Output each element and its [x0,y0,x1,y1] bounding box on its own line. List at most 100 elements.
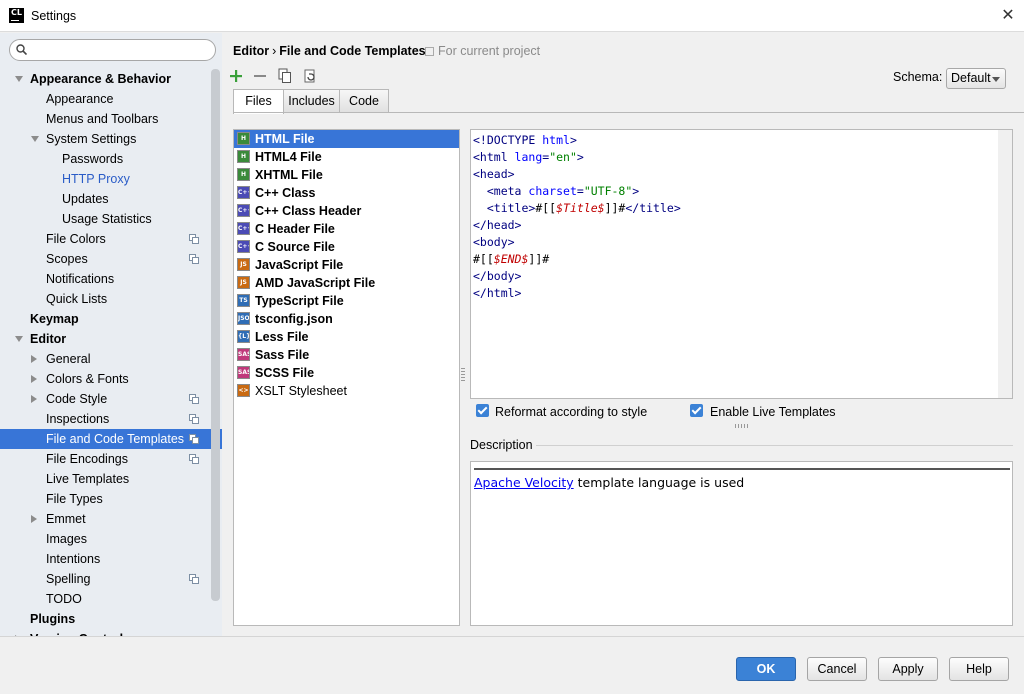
add-icon[interactable] [228,68,244,84]
sidebar-item-label: Menus and Toolbars [46,112,159,126]
tab-code[interactable]: Code [339,89,389,113]
live-templates-checkbox[interactable] [690,404,703,417]
sidebar-item-code-style[interactable]: Code Style [0,389,222,409]
sidebar-item-version-control[interactable]: Version Control [0,629,222,636]
tab-includes[interactable]: Includes [283,89,340,113]
sidebar-item-emmet[interactable]: Emmet [0,509,222,529]
sidebar-item-file-types[interactable]: File Types [0,489,222,509]
sidebar-scrollbar[interactable] [211,69,220,601]
c-file-icon: C++ [237,222,250,235]
list-item[interactable]: C++ C Source File [234,238,459,256]
list-item[interactable]: JS JavaScript File [234,256,459,274]
splitter-handle[interactable] [461,368,465,382]
search-input[interactable] [9,39,216,61]
sidebar-item-editor[interactable]: Editor [0,329,222,349]
list-item[interactable]: JS AMD JavaScript File [234,274,459,292]
sidebar-item-quick-lists[interactable]: Quick Lists [0,289,222,309]
collapse-arrow-icon[interactable] [31,355,37,363]
code-token: $END$ [493,252,529,266]
template-editor[interactable]: <!DOCTYPE html> <html lang="en"> <head> <m… [470,129,1013,399]
code-token: <head> [473,167,515,181]
schema-dropdown[interactable]: Default [946,68,1006,89]
expand-arrow-icon[interactable] [15,76,23,82]
sidebar-item-system-settings[interactable]: System Settings [0,129,222,149]
template-list[interactable]: HHTML FileHHTML4 FileHXHTML FileC++C++ C… [233,129,460,626]
code-line: <html lang="en"> [473,149,681,166]
code-token: = [576,184,584,198]
tab-files[interactable]: Files [233,89,284,114]
sidebar-item-plugins[interactable]: Plugins [0,609,222,629]
list-item[interactable]: C++ C Header File [234,220,459,238]
cpp-file-icon: C++ [237,186,250,199]
sidebar-item-spelling[interactable]: Spelling [0,569,222,589]
reformat-label[interactable]: Reformat according to style [495,405,647,419]
list-item[interactable]: JSON tsconfig.json [234,310,459,328]
sidebar-item-label: Editor [30,332,67,346]
description-body: template language is used [573,475,745,490]
sidebar-item-scopes[interactable]: Scopes [0,249,222,269]
copy-icon[interactable] [277,68,293,84]
live-templates-label[interactable]: Enable Live Templates [710,405,836,419]
ts-file-icon: TS [237,294,250,307]
sidebar-item-label: General [46,352,91,366]
sidebar-item-notifications[interactable]: Notifications [0,269,222,289]
expand-arrow-icon[interactable] [15,336,23,342]
list-item[interactable]: H HTML4 File [234,148,459,166]
apache-velocity-link[interactable]: Apache Velocity [474,475,574,490]
less-file-icon: {L} [237,330,250,343]
collapse-arrow-icon[interactable] [31,375,37,383]
list-item[interactable]: <> XSLT Stylesheet [234,382,459,400]
vertical-splitter-handle[interactable] [735,424,749,428]
template-name: Less File [255,330,309,344]
sidebar-item-intentions[interactable]: Intentions [0,549,222,569]
cancel-button[interactable]: Cancel [807,657,867,681]
template-name: JavaScript File [255,258,344,272]
expand-arrow-icon[interactable] [31,136,39,142]
sidebar-item-appearance-behavior[interactable]: Appearance & Behavior [0,69,222,89]
apply-button[interactable]: Apply [878,657,938,681]
remove-icon[interactable] [252,68,268,84]
reset-icon[interactable] [302,68,318,84]
close-icon[interactable]: ✕ [997,6,1019,26]
sidebar-item-todo[interactable]: TODO [0,589,222,609]
js-file-icon: JS [237,276,250,289]
sidebar-item-updates[interactable]: Updates [0,189,222,209]
collapse-arrow-icon[interactable] [31,395,37,403]
list-item[interactable]: TS TypeScript File [234,292,459,310]
sidebar-item-images[interactable]: Images [0,529,222,549]
sidebar-item-passwords[interactable]: Passwords [0,149,222,169]
list-item[interactable]: C++ C++ Class [234,184,459,202]
list-item[interactable]: SASS Sass File [234,346,459,364]
ok-button[interactable]: OK [736,657,796,681]
sidebar-item-file-encodings[interactable]: File Encodings [0,449,222,469]
sidebar-item-usage-statistics[interactable]: Usage Statistics [0,209,222,229]
schema-label: Schema: [893,70,943,84]
sidebar-item-appearance[interactable]: Appearance [0,89,222,109]
template-code[interactable]: <!DOCTYPE html> <html lang="en"> <head> <m… [473,132,681,302]
sidebar-item-file-colors[interactable]: File Colors [0,229,222,249]
list-item[interactable]: SASS SCSS File [234,364,459,382]
sidebar-item-label: Notifications [46,272,115,286]
sidebar-item-live-templates[interactable]: Live Templates [0,469,222,489]
sidebar-item-label: Live Templates [46,472,130,486]
list-item[interactable]: H HTML File [234,130,459,148]
sidebar-item-inspections[interactable]: Inspections [0,409,222,429]
code-line: </body> [473,268,681,285]
editor-scrollbar[interactable] [998,130,1012,398]
sidebar-item-label: Quick Lists [46,292,108,306]
sidebar-item-menus-and-toolbars[interactable]: Menus and Toolbars [0,109,222,129]
sidebar-item-keymap[interactable]: Keymap [0,309,222,329]
help-button[interactable]: Help [949,657,1009,681]
list-item[interactable]: {L} Less File [234,328,459,346]
sidebar-item-file-and-code-templates[interactable]: File and Code Templates [0,429,222,449]
collapse-arrow-icon[interactable] [31,515,37,523]
project-scope-label: For current project [438,44,541,58]
reformat-checkbox[interactable] [476,404,489,417]
code-token: <html [473,150,515,164]
sidebar-item-colors-fonts[interactable]: Colors & Fonts [0,369,222,389]
sidebar-item-general[interactable]: General [0,349,222,369]
sidebar-item-http-proxy[interactable]: HTTP Proxy [0,169,222,189]
list-item[interactable]: H XHTML File [234,166,459,184]
list-item[interactable]: C++ C++ Class Header [234,202,459,220]
code-token: </html> [473,286,522,300]
